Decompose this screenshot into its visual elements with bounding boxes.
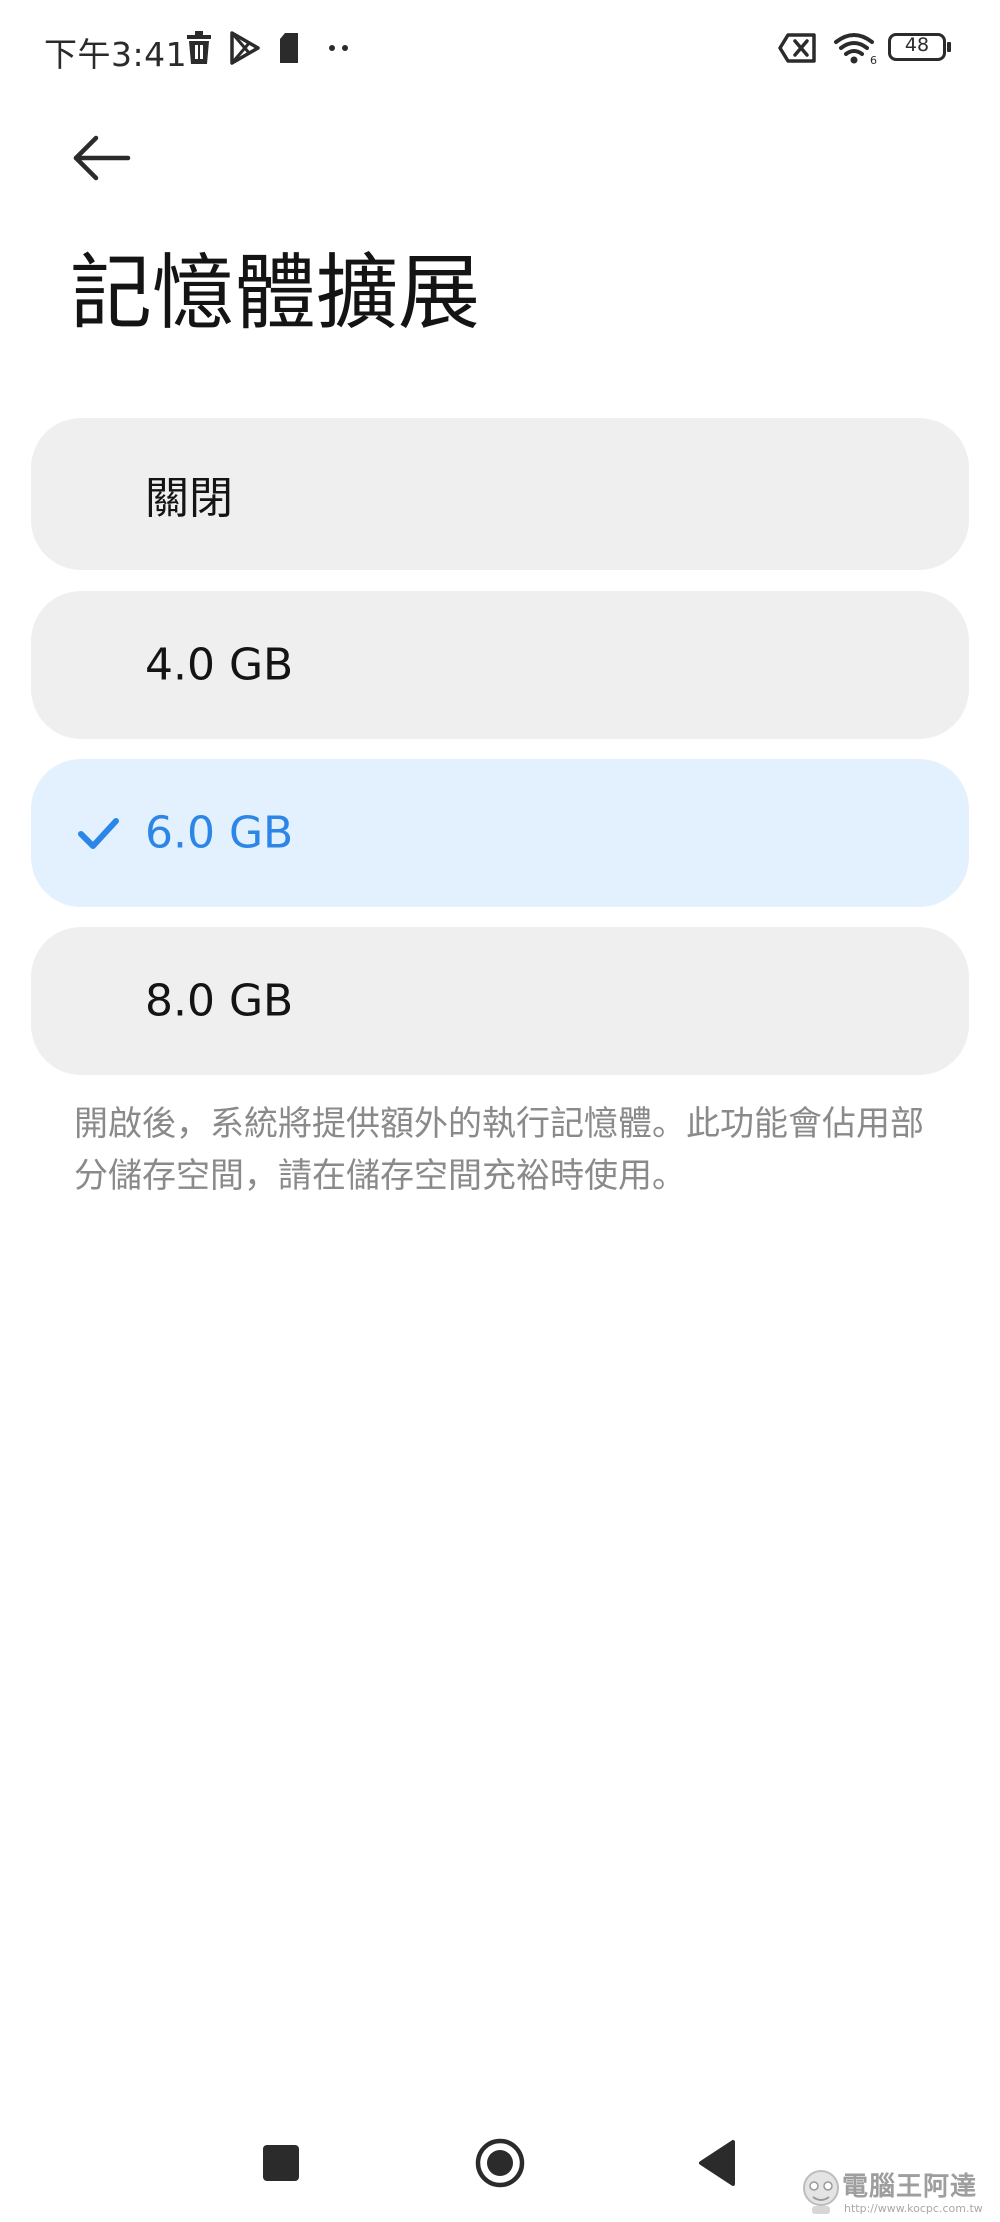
recents-button[interactable] bbox=[246, 2128, 316, 2198]
trash-icon bbox=[187, 31, 211, 64]
recents-square-icon bbox=[263, 2145, 299, 2181]
description-text: 開啟後，系統將提供額外的執行記憶體。此功能會佔用部分儲存空間，請在儲存空間充裕時… bbox=[74, 1104, 924, 1196]
wifi-6-icon: 6 bbox=[834, 33, 877, 66]
status-time: 下午3:41 bbox=[44, 35, 188, 74]
back-button[interactable] bbox=[62, 122, 142, 202]
more-dots-icon bbox=[329, 45, 348, 51]
option-8gb[interactable]: 8.0 GB bbox=[31, 927, 969, 1075]
option-off[interactable]: 關閉 bbox=[31, 418, 969, 570]
option-4gb[interactable]: 4.0 GB bbox=[31, 591, 969, 739]
check-icon bbox=[78, 818, 119, 849]
watermark: 電腦王阿達 http://www.kocpc.com.tw bbox=[794, 2162, 994, 2222]
screen-record-icon bbox=[778, 33, 816, 63]
option-label: 8.0 GB bbox=[145, 975, 294, 1027]
arrow-left-icon bbox=[73, 135, 131, 181]
screen: 下午3:41 6 48 記憶體擴展 關閉 4.0 GB 6.0 GB 8.0 G… bbox=[0, 0, 1000, 2222]
option-6gb[interactable]: 6.0 GB bbox=[31, 759, 969, 907]
watermark-url: http://www.kocpc.com.tw bbox=[844, 2202, 983, 2215]
nav-back-button[interactable] bbox=[685, 2128, 755, 2198]
play-store-icon bbox=[230, 31, 260, 65]
option-label: 4.0 GB bbox=[145, 639, 294, 691]
home-circle-icon bbox=[475, 2138, 525, 2188]
svg-text:6: 6 bbox=[870, 54, 877, 66]
battery-level: 48 bbox=[904, 34, 930, 56]
mascot-logo-icon bbox=[803, 2170, 839, 2214]
home-button[interactable] bbox=[465, 2128, 535, 2198]
status-bar: 下午3:41 6 48 bbox=[0, 0, 1000, 96]
battery-icon: 48 bbox=[888, 33, 951, 61]
watermark-text: 電腦王阿達 bbox=[842, 2172, 978, 2202]
sim-card-icon bbox=[280, 33, 298, 63]
page-title: 記憶體擴展 bbox=[70, 246, 481, 341]
option-label: 關閉 bbox=[145, 473, 233, 524]
back-triangle-icon bbox=[699, 2140, 735, 2186]
option-label: 6.0 GB bbox=[145, 807, 294, 859]
